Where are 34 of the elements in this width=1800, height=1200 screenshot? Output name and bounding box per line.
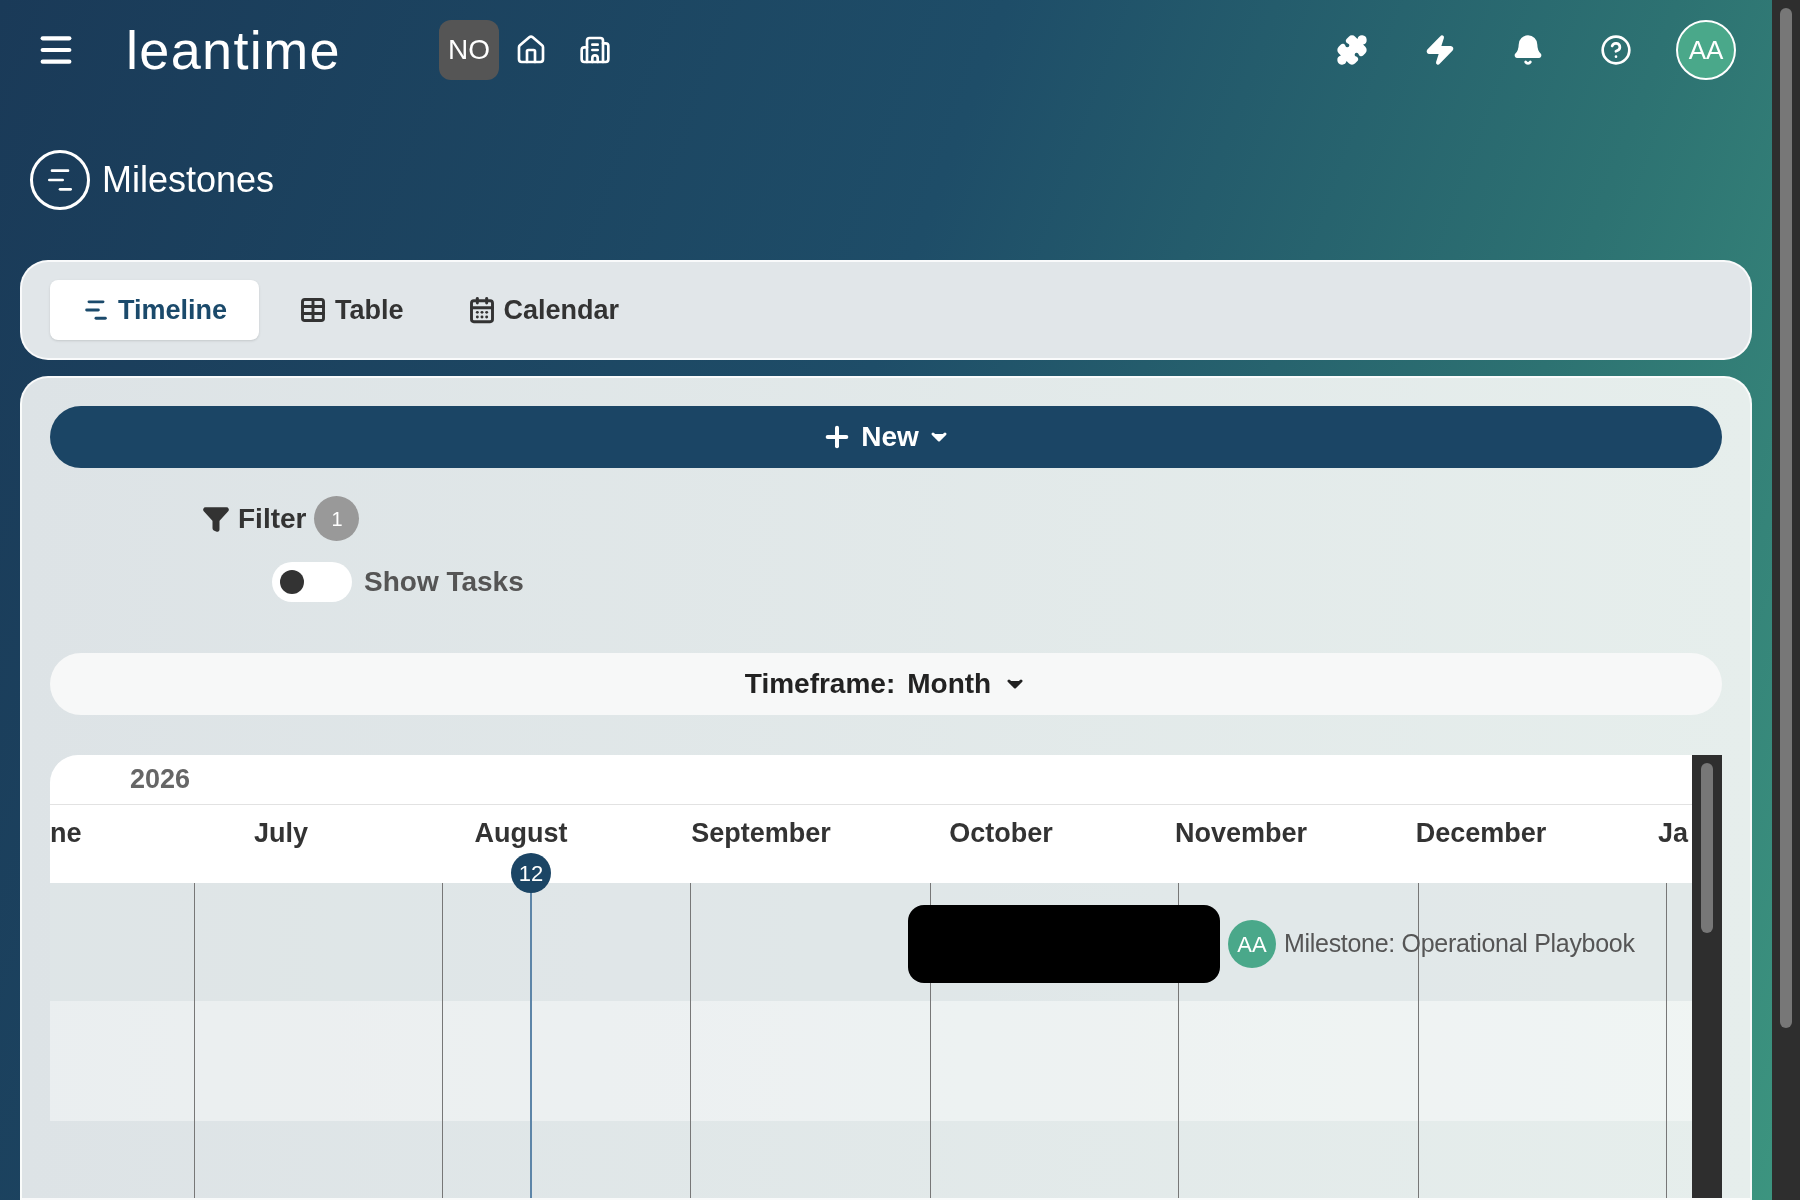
today-marker: 12 <box>511 853 551 893</box>
show-tasks-label: Show Tasks <box>364 565 524 599</box>
table-icon <box>299 296 328 324</box>
timeframe-dropdown[interactable]: Timeframe: Month <box>50 653 1722 715</box>
lightning-icon[interactable] <box>1424 34 1456 66</box>
page-scrollbar[interactable] <box>1772 0 1800 1200</box>
help-icon[interactable] <box>1600 34 1632 66</box>
show-tasks-toggle[interactable] <box>272 562 352 602</box>
puzzle-icon[interactable] <box>1336 34 1368 66</box>
month-label: August <box>474 817 568 850</box>
month-label: Ja <box>1658 817 1689 850</box>
filter-button[interactable]: Filter <box>202 497 307 540</box>
building-icon[interactable] <box>578 34 611 66</box>
view-tab[interactable]: Timeline <box>50 280 260 340</box>
year-label: 2026 <box>130 763 191 797</box>
view-tab[interactable]: Calendar <box>443 280 644 340</box>
month-label: November <box>1175 817 1307 850</box>
logo[interactable]: leantime <box>126 23 341 77</box>
notification-icon[interactable] <box>1512 34 1544 66</box>
month-label: July <box>254 817 308 850</box>
month-label: December <box>1415 817 1547 850</box>
view-tab[interactable]: Table <box>275 280 428 340</box>
month-label: September <box>691 817 831 850</box>
month-label: ne <box>50 817 82 850</box>
project-badge[interactable]: NO <box>438 20 499 80</box>
page-title: Milestones <box>102 158 275 202</box>
calendar-icon <box>467 296 496 324</box>
filter-count-badge: 1 <box>314 496 360 541</box>
filter-icon <box>202 504 230 533</box>
new-button[interactable]: New <box>50 406 1722 468</box>
scrollbar[interactable] <box>1692 755 1722 1198</box>
owner-avatar: AA <box>1228 920 1276 968</box>
gantt-icon <box>30 150 90 210</box>
month-label: October <box>949 817 1053 850</box>
